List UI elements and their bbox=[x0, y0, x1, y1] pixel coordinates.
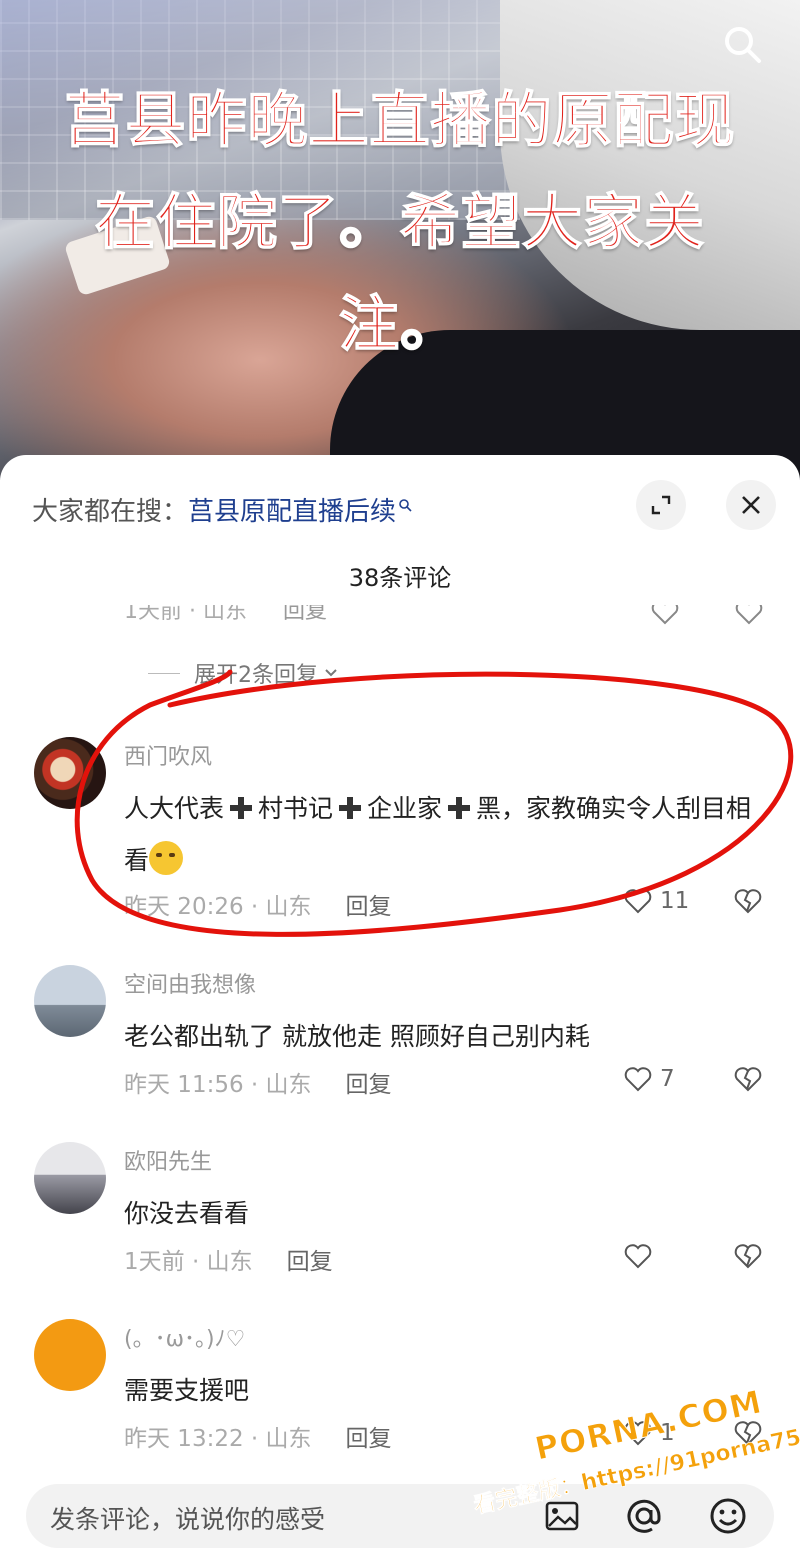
expand-button[interactable] bbox=[636, 480, 686, 530]
comment-meta: 1天前 · 山东 bbox=[124, 605, 247, 624]
comment-meta: 昨天 20:26 · 山东 bbox=[124, 894, 312, 920]
image-icon bbox=[545, 1501, 579, 1531]
text-segment: 企业家 bbox=[367, 794, 443, 823]
thinking-emoji-icon bbox=[149, 841, 184, 875]
avatar[interactable] bbox=[34, 965, 106, 1037]
comment-input-bar: 发条评论，说说你的感受 bbox=[26, 1484, 774, 1548]
text-segment: 村书记 bbox=[258, 794, 334, 823]
comment-item: 空间由我想像 老公都出轨了 就放他走 照顾好自己别内耗 昨天 11:56 · 山… bbox=[0, 965, 800, 1115]
broken-heart-icon bbox=[734, 1244, 762, 1269]
divider bbox=[148, 672, 180, 674]
previous-comment-meta: 1天前 · 山东 回复 bbox=[124, 605, 784, 631]
heart-icon bbox=[624, 1421, 652, 1446]
comment-meta-row: 昨天 11:56 · 山东 回复 bbox=[124, 1065, 392, 1099]
trending-search-row[interactable]: 大家都在搜： 莒县原配直播后续 bbox=[32, 491, 412, 528]
expand-replies-label: 展开2条回复 bbox=[194, 663, 318, 688]
reply-button[interactable]: 回复 bbox=[283, 605, 327, 625]
video-player[interactable]: 莒县昨晚上直播的原配现在住院了。希望大家关注。 bbox=[0, 0, 800, 480]
search-icon bbox=[399, 498, 412, 512]
broken-heart-icon[interactable] bbox=[734, 605, 764, 627]
reply-button[interactable]: 回复 bbox=[346, 887, 392, 921]
avatar[interactable] bbox=[34, 1142, 106, 1214]
broken-heart-icon bbox=[734, 1067, 762, 1092]
trending-prefix: 大家都在搜： bbox=[32, 497, 189, 527]
comment-text: 你没去看看 bbox=[124, 1199, 250, 1228]
like-count: 11 bbox=[660, 888, 690, 914]
reply-button[interactable]: 回复 bbox=[346, 1065, 392, 1099]
avatar[interactable] bbox=[34, 1319, 106, 1391]
comment-author[interactable]: 欧阳先生 bbox=[124, 1144, 212, 1176]
text-segment: 人大代表 bbox=[124, 794, 225, 823]
dislike-button[interactable] bbox=[732, 885, 764, 921]
like-count: 1 bbox=[660, 1420, 675, 1446]
like-button[interactable]: 7 bbox=[622, 1063, 675, 1095]
like-count: 7 bbox=[660, 1066, 675, 1092]
heart-icon bbox=[624, 1067, 652, 1092]
comment-meta: 1天前 · 山东 bbox=[124, 1249, 253, 1275]
comment-author[interactable]: 空间由我想像 bbox=[124, 967, 256, 999]
comment-count: 38条评论 bbox=[348, 564, 452, 592]
like-button[interactable]: 11 bbox=[622, 885, 689, 917]
emoji-icon bbox=[710, 1498, 746, 1534]
broken-heart-icon bbox=[734, 889, 762, 914]
comment-text: 需要支援吧 bbox=[124, 1376, 250, 1405]
like-button[interactable]: 1 bbox=[622, 1417, 675, 1449]
comment-text: 人大代表 村书记 企业家 黑，家教确实令人刮目相看 bbox=[124, 783, 774, 887]
plus-icon bbox=[339, 797, 362, 819]
expand-icon bbox=[651, 495, 671, 515]
video-caption: 莒县昨晚上直播的原配现在住院了。希望大家关注。 bbox=[64, 85, 736, 361]
reply-button[interactable]: 回复 bbox=[346, 1419, 392, 1453]
comment-meta-row: 昨天 20:26 · 山东 回复 bbox=[124, 887, 392, 921]
comment-author[interactable]: 西门吹风 bbox=[124, 739, 212, 771]
comment-meta: 昨天 13:22 · 山东 bbox=[124, 1426, 312, 1452]
comment-item: 西门吹风 人大代表 村书记 企业家 黑，家教确实令人刮目相看 昨天 20:26 · 山… bbox=[0, 737, 800, 927]
heart-icon bbox=[624, 1244, 652, 1269]
comment-meta-row: 1天前 · 山东 回复 bbox=[124, 1242, 333, 1276]
plus-icon bbox=[230, 797, 253, 819]
dislike-button[interactable] bbox=[732, 1240, 764, 1276]
comment-meta-row: 昨天 13:22 · 山东 回复 bbox=[124, 1419, 392, 1453]
heart-icon[interactable] bbox=[650, 605, 680, 627]
heart-icon bbox=[624, 889, 652, 914]
comment-author[interactable]: (。･ω･。)ﾉ♡ bbox=[124, 1321, 245, 1353]
expand-replies-button[interactable]: 展开2条回复 bbox=[148, 657, 340, 689]
close-icon bbox=[742, 496, 760, 514]
trending-query-link[interactable]: 莒县原配直播后续 bbox=[188, 491, 396, 528]
plus-icon bbox=[448, 797, 471, 819]
comment-item: (。･ω･。)ﾉ♡ 需要支援吧 昨天 13:22 · 山东 回复 1 bbox=[0, 1319, 800, 1469]
image-button[interactable] bbox=[540, 1494, 584, 1538]
comment-sheet: 大家都在搜： 莒县原配直播后续 38条评论 1天前 · 山东 回复 展开2条回复… bbox=[0, 455, 800, 1549]
broken-heart-icon bbox=[734, 1421, 762, 1446]
mention-button[interactable] bbox=[622, 1494, 666, 1538]
avatar[interactable] bbox=[34, 737, 106, 809]
close-button[interactable] bbox=[726, 480, 776, 530]
search-button[interactable] bbox=[718, 20, 768, 70]
chevron-down-icon bbox=[325, 669, 337, 677]
search-icon bbox=[725, 27, 761, 63]
comment-meta: 昨天 11:56 · 山东 bbox=[124, 1072, 312, 1098]
comment-text: 老公都出轨了 就放他走 照顾好自己别内耗 bbox=[124, 1022, 590, 1051]
comment-item: 欧阳先生 你没去看看 1天前 · 山东 回复 bbox=[0, 1142, 800, 1292]
dislike-button[interactable] bbox=[732, 1417, 764, 1453]
reply-button[interactable]: 回复 bbox=[287, 1242, 333, 1276]
dislike-button[interactable] bbox=[732, 1063, 764, 1099]
at-icon bbox=[627, 1499, 661, 1533]
comment-input[interactable]: 发条评论，说说你的感受 bbox=[50, 1500, 325, 1536]
emoji-button[interactable] bbox=[706, 1494, 750, 1538]
like-button[interactable] bbox=[622, 1240, 660, 1272]
